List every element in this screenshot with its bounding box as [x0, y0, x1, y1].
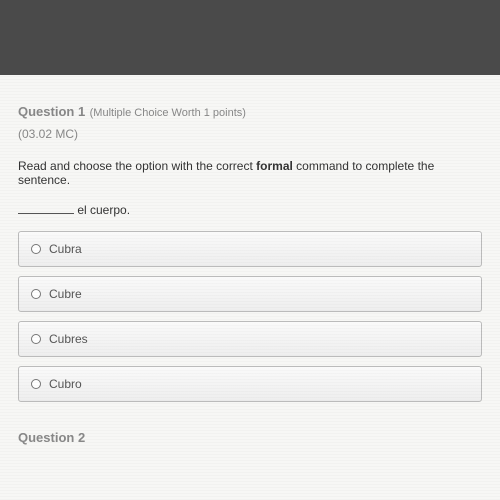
- option-row[interactable]: Cubres: [18, 321, 482, 357]
- quiz-screen: Question 1 (Multiple Choice Worth 1 poin…: [0, 75, 500, 500]
- option-row[interactable]: Cubro: [18, 366, 482, 402]
- question-header: Question 1 (Multiple Choice Worth 1 poin…: [18, 103, 482, 141]
- question-meta: (Multiple Choice Worth 1 points): [90, 107, 246, 119]
- next-question-hint: Question 2: [18, 430, 482, 445]
- option-row[interactable]: Cubra: [18, 231, 482, 267]
- radio-icon: [31, 289, 41, 299]
- instruction-bold: formal: [256, 159, 293, 173]
- option-label: Cubres: [49, 332, 88, 346]
- option-label: Cubre: [49, 287, 82, 301]
- radio-icon: [31, 244, 41, 254]
- question-title: Question 1: [18, 104, 85, 119]
- sentence-after: el cuerpo.: [74, 203, 130, 217]
- instruction-pre: Read and choose the option with the corr…: [18, 159, 256, 173]
- question-code: (03.02 MC): [18, 127, 482, 141]
- fill-blank: [18, 204, 74, 214]
- radio-icon: [31, 379, 41, 389]
- sentence-prompt: el cuerpo.: [18, 203, 482, 217]
- option-label: Cubro: [49, 377, 82, 391]
- option-label: Cubra: [49, 242, 82, 256]
- radio-icon: [31, 334, 41, 344]
- option-row[interactable]: Cubre: [18, 276, 482, 312]
- instruction-text: Read and choose the option with the corr…: [18, 159, 482, 187]
